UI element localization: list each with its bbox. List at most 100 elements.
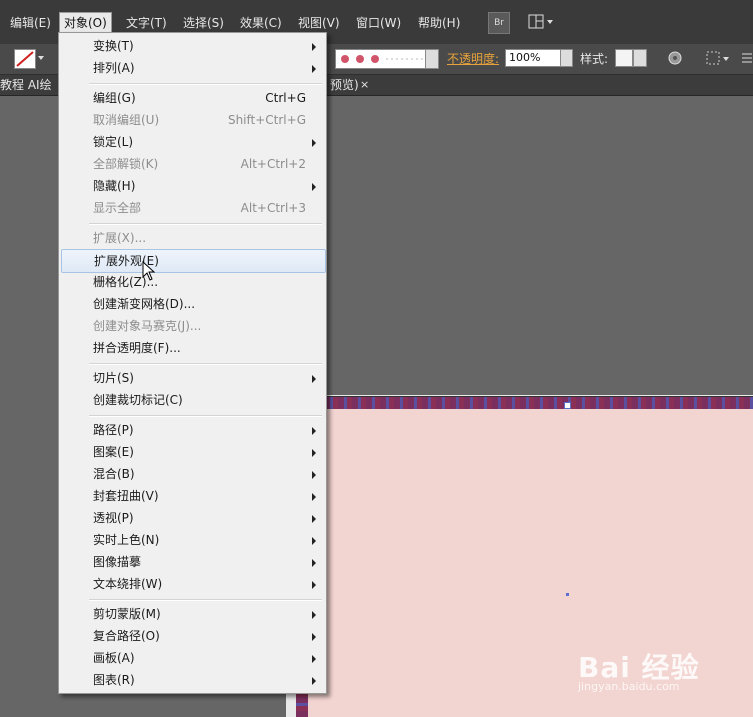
submenu-arrow-icon — [312, 611, 316, 619]
chevron-down-icon[interactable] — [633, 49, 647, 67]
menu-separator — [89, 599, 322, 601]
menu-item-label: 画板(A) — [93, 651, 135, 665]
menu-item-label: 图像描摹 — [93, 555, 142, 569]
recolor-artwork-icon[interactable] — [667, 50, 683, 69]
menu-item-clipping-mask[interactable]: 剪切蒙版(M) — [61, 603, 324, 625]
menu-item-label: 拼合透明度(F)... — [93, 341, 181, 355]
submenu-arrow-icon — [312, 493, 316, 501]
menu-item-label: 编组(G) — [93, 91, 136, 105]
selected-pattern-strip-top[interactable] — [296, 396, 753, 409]
align-icon[interactable] — [706, 50, 732, 69]
opacity-label[interactable]: 不透明度: — [447, 50, 499, 67]
menu-item-label: 图表(R) — [93, 673, 135, 687]
menu-edit[interactable]: 编辑(E) — [6, 14, 55, 32]
submenu-arrow-icon — [312, 633, 316, 641]
menu-item-label: 创建对象马赛克(J)... — [93, 319, 202, 333]
menu-item-label: 变换(T) — [93, 39, 134, 53]
menu-item-unlock-all[interactable]: 全部解锁(K) Alt+Ctrl+2 — [61, 153, 324, 175]
menu-item-rasterize[interactable]: 栅格化(Z)... — [61, 271, 324, 293]
menu-window[interactable]: 窗口(W) — [352, 14, 405, 32]
submenu-arrow-icon — [312, 581, 316, 589]
menu-item-ungroup[interactable]: 取消编组(U) Shift+Ctrl+G — [61, 109, 324, 131]
menu-item-label: 扩展(X)... — [93, 231, 147, 245]
menu-item-label: 复合路径(O) — [93, 629, 160, 643]
menu-type[interactable]: 文字(T) — [122, 14, 171, 32]
menu-select[interactable]: 选择(S) — [179, 14, 228, 32]
menu-effect[interactable]: 效果(C) — [236, 14, 286, 32]
menu-view[interactable]: 视图(V) — [294, 14, 344, 32]
menu-item-label: 文本绕排(W) — [93, 577, 163, 591]
arrange-documents-icon[interactable] — [528, 12, 553, 32]
document-tab-title[interactable]: 教程 AI绘 — [0, 75, 52, 95]
menu-item-label: 透视(P) — [93, 511, 134, 525]
menu-item-arrange[interactable]: 排列(A) — [61, 57, 324, 79]
selection-handle[interactable] — [564, 402, 571, 409]
menu-item-label: 实时上色(N) — [93, 533, 160, 547]
menu-item-text-wrap[interactable]: 文本绕排(W) — [61, 573, 324, 595]
menu-item-label: 隐藏(H) — [93, 179, 136, 193]
menu-item-show-all[interactable]: 显示全部 Alt+Ctrl+3 — [61, 197, 324, 219]
menu-item-label: 创建渐变网格(D)... — [93, 297, 196, 311]
menu-item-compound-path[interactable]: 复合路径(O) — [61, 625, 324, 647]
document-tab-title-end[interactable]: 预览) — [330, 75, 359, 95]
submenu-arrow-icon — [312, 537, 316, 545]
submenu-arrow-icon — [312, 471, 316, 479]
menu-item-flatten-transparency[interactable]: 拼合透明度(F)... — [61, 337, 324, 359]
fill-swatch[interactable] — [14, 49, 36, 69]
menu-item-create-trim-marks[interactable]: 创建裁切标记(C) — [61, 389, 324, 411]
submenu-arrow-icon — [312, 65, 316, 73]
menu-item-label: 切片(S) — [93, 371, 134, 385]
submenu-arrow-icon — [312, 139, 316, 147]
menu-item-group[interactable]: 编组(G) Ctrl+G — [61, 87, 324, 109]
menu-object[interactable]: 对象(O) — [59, 12, 112, 34]
menu-item-blend[interactable]: 混合(B) — [61, 463, 324, 485]
chevron-down-icon[interactable] — [425, 49, 439, 69]
menu-item-perspective[interactable]: 透视(P) — [61, 507, 324, 529]
menu-item-label: 剪切蒙版(M) — [93, 607, 161, 621]
submenu-arrow-icon — [312, 43, 316, 51]
menu-separator — [89, 83, 322, 85]
menu-item-expand[interactable]: 扩展(X)... — [61, 227, 324, 249]
panel-menu-icon[interactable] — [741, 50, 753, 69]
submenu-arrow-icon — [312, 427, 316, 435]
menu-item-shortcut: Alt+Ctrl+3 — [240, 201, 306, 215]
menu-item-graph[interactable]: 图表(R) — [61, 669, 324, 691]
menu-item-artboards[interactable]: 画板(A) — [61, 647, 324, 669]
menu-item-label: 创建裁切标记(C) — [93, 393, 183, 407]
menu-item-image-trace[interactable]: 图像描摹 — [61, 551, 324, 573]
menu-item-pattern[interactable]: 图案(E) — [61, 441, 324, 463]
menu-item-transform[interactable]: 变换(T) — [61, 35, 324, 57]
object-menu-dropdown: 变换(T) 排列(A) 编组(G) Ctrl+G 取消编组(U) Shift+Ctr… — [58, 32, 327, 694]
baidu-watermark: Bai 经验 jingyan.baidu.com — [578, 646, 700, 693]
graphic-style-swatch[interactable] — [615, 49, 633, 67]
menu-item-create-object-mosaic[interactable]: 创建对象马赛克(J)... — [61, 315, 324, 337]
bridge-button[interactable]: Br — [488, 12, 510, 34]
menu-item-lock[interactable]: 锁定(L) — [61, 131, 324, 153]
menu-item-label: 显示全部 — [93, 201, 142, 215]
chevron-down-icon[interactable] — [560, 49, 573, 67]
menu-item-envelope-distort[interactable]: 封套扭曲(V) — [61, 485, 324, 507]
menu-item-label: 排列(A) — [93, 61, 135, 75]
menu-item-hide[interactable]: 隐藏(H) — [61, 175, 324, 197]
menu-item-shortcut: Shift+Ctrl+G — [227, 113, 306, 127]
menu-item-path[interactable]: 路径(P) — [61, 419, 324, 441]
chevron-down-icon[interactable] — [38, 56, 44, 60]
menu-item-create-gradient-mesh[interactable]: 创建渐变网格(D)... — [61, 293, 324, 315]
menu-item-label: 锁定(L) — [93, 135, 134, 149]
menu-item-label: 取消编组(U) — [93, 113, 160, 127]
submenu-arrow-icon — [312, 559, 316, 567]
center-point[interactable] — [566, 593, 569, 596]
menu-item-label: 全部解锁(K) — [93, 157, 159, 171]
brush-definition-field[interactable] — [335, 49, 427, 69]
menu-help[interactable]: 帮助(H) — [414, 14, 464, 32]
menu-item-expand-appearance[interactable]: 扩展外观(E) — [61, 249, 326, 273]
close-icon[interactable]: × — [360, 75, 369, 95]
opacity-input[interactable]: 100% — [505, 49, 564, 67]
submenu-arrow-icon — [312, 515, 316, 523]
menu-item-shortcut: Alt+Ctrl+2 — [240, 157, 306, 171]
menu-item-label: 图案(E) — [93, 445, 134, 459]
menu-item-slice[interactable]: 切片(S) — [61, 367, 324, 389]
menu-separator — [89, 415, 322, 417]
menu-item-label: 混合(B) — [93, 467, 135, 481]
menu-item-live-paint[interactable]: 实时上色(N) — [61, 529, 324, 551]
